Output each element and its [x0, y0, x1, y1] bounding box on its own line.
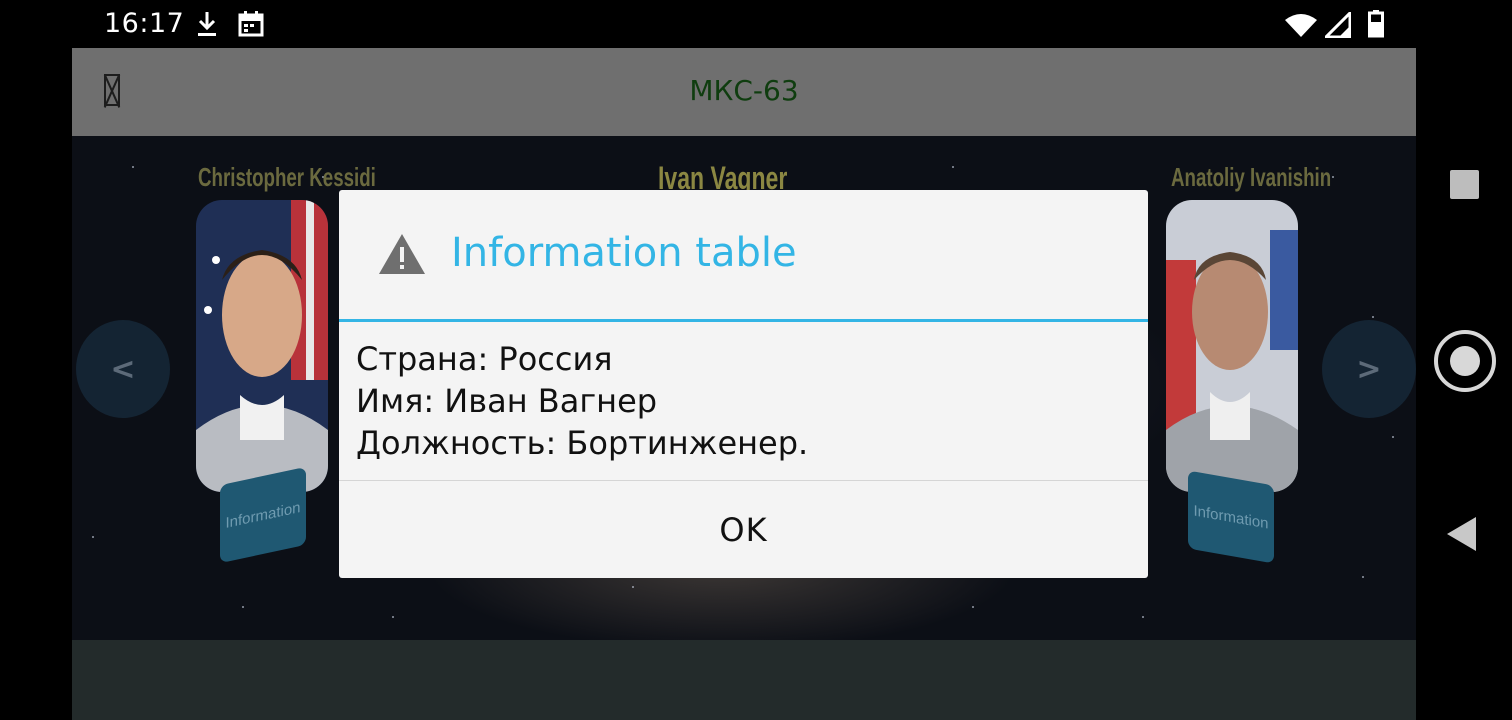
- wifi-icon: [1284, 12, 1318, 42]
- crew-photo-left: [196, 200, 328, 492]
- country-line: Страна: Россия: [356, 340, 613, 378]
- crew-photo-right: [1166, 200, 1298, 492]
- information-dialog: Information table Страна: Россия Имя: Ив…: [339, 190, 1148, 578]
- bottom-panel: [72, 640, 1416, 720]
- download-icon: [196, 10, 218, 42]
- recents-icon[interactable]: [1450, 170, 1479, 199]
- warning-icon: [377, 232, 427, 280]
- information-button-left[interactable]: Information: [220, 466, 306, 564]
- battery-icon: [1368, 10, 1384, 42]
- screen: 16:17 Christopher Kessidi Information Iv…: [0, 0, 1512, 720]
- dialog-message: Страна: Россия Имя: Иван Вагнер Должност…: [356, 338, 808, 464]
- status-time: 16:17: [104, 8, 185, 39]
- dialog-divider: [339, 319, 1148, 322]
- app-toolbar: МКС-63: [72, 48, 1416, 136]
- crew-name-left: Christopher Kessidi: [198, 162, 376, 192]
- dialog-header: Information table: [339, 190, 1148, 320]
- back-icon[interactable]: [1447, 517, 1476, 551]
- status-bar: 16:17: [0, 0, 1512, 48]
- position-line: Должность: Бортинженер.: [356, 424, 809, 462]
- crew-name-right: Anatoliy Ivanishin: [1171, 162, 1332, 192]
- carousel-prev-button[interactable]: <: [76, 320, 170, 418]
- dialog-title: Information table: [451, 230, 797, 276]
- carousel-next-button[interactable]: >: [1322, 320, 1416, 418]
- home-icon[interactable]: [1434, 330, 1496, 392]
- name-line: Имя: Иван Вагнер: [356, 382, 658, 420]
- signal-icon: [1322, 9, 1352, 42]
- toolbar-title: МКС-63: [689, 74, 799, 107]
- information-button-right[interactable]: Information: [1188, 470, 1274, 564]
- calendar-icon: [238, 10, 264, 42]
- ok-button[interactable]: OK: [339, 481, 1148, 578]
